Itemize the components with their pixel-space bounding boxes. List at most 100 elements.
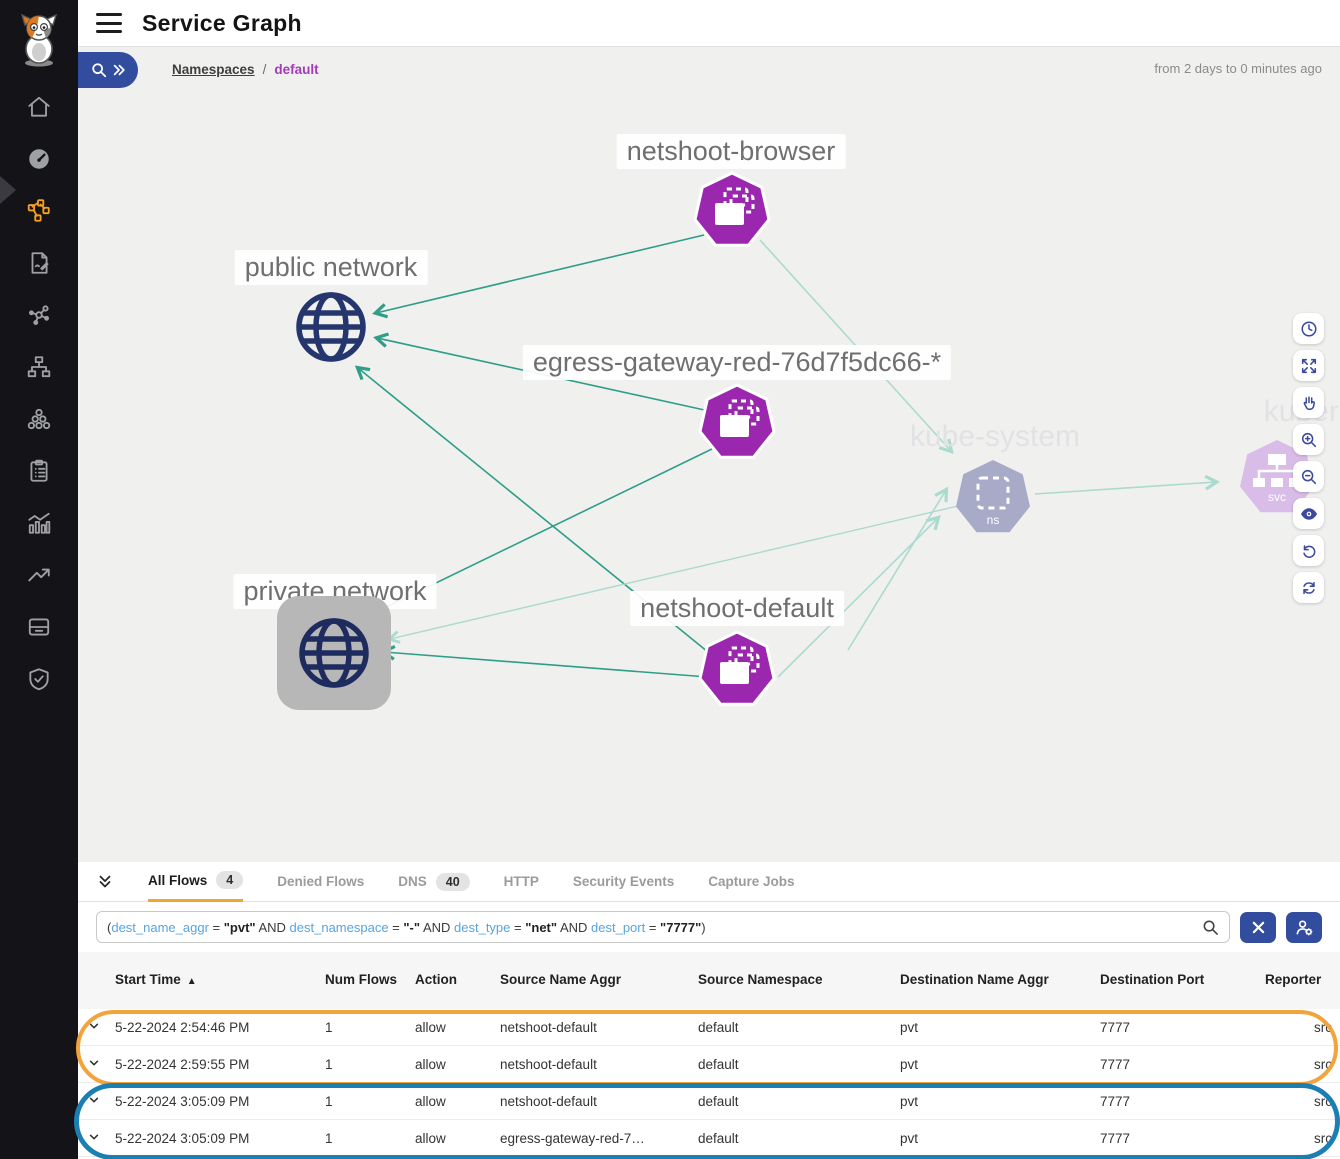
- dashboard-gauge-icon[interactable]: [24, 144, 54, 174]
- col-start-time[interactable]: Start Time▲: [115, 972, 325, 989]
- service-graph-canvas[interactable]: netshoot-browser public network egress-g…: [78, 92, 1340, 862]
- storage-box-icon[interactable]: [24, 612, 54, 642]
- clear-filter-button[interactable]: [1240, 912, 1276, 943]
- cell-num_flows: 1: [325, 1131, 415, 1146]
- breadcrumb: Namespaces / default: [172, 62, 319, 77]
- app-header: Service Graph: [78, 0, 1340, 47]
- node-netshoot-browser[interactable]: [692, 171, 772, 256]
- col-dest-port[interactable]: Destination Port: [1100, 972, 1265, 989]
- table-row[interactable]: 5-22-2024 3:05:09 PM1allowegress-gateway…: [78, 1120, 1340, 1157]
- cell-source_namespace: default: [698, 1057, 900, 1072]
- cell-dest_port: 7777: [1100, 1057, 1265, 1072]
- node-netshoot-default[interactable]: [697, 630, 777, 715]
- cell-action: allow: [415, 1094, 500, 1109]
- page-title: Service Graph: [142, 10, 302, 37]
- col-source-namespace[interactable]: Source Namespace: [698, 972, 900, 989]
- calico-cat-logo[interactable]: [0, 0, 78, 78]
- service-graph-icon[interactable]: [24, 196, 54, 226]
- zoom-out-button[interactable]: [1293, 461, 1324, 492]
- time-clock-button[interactable]: [1293, 313, 1324, 344]
- double-chevron-right-icon: [112, 63, 126, 77]
- cell-source_name_aggr: egress-gateway-red-7…: [500, 1131, 698, 1146]
- row-expand-chevron-icon[interactable]: [88, 1131, 115, 1146]
- search-expand-pill[interactable]: [78, 52, 138, 88]
- breadcrumb-bar: Namespaces / default from 2 days to 0 mi…: [78, 47, 1340, 92]
- metrics-bar-chart-icon[interactable]: [24, 508, 54, 538]
- tab-denied-flows[interactable]: Denied Flows: [277, 862, 364, 902]
- pan-hand-button[interactable]: [1293, 387, 1324, 418]
- tab-label: All Flows: [148, 873, 207, 888]
- user-gear-icon: [1295, 918, 1314, 937]
- row-expand-chevron-icon[interactable]: [88, 1020, 115, 1035]
- sidebar-notch: [0, 176, 16, 204]
- node-private-network[interactable]: [296, 615, 372, 696]
- node-egress-gateway-red[interactable]: [697, 383, 777, 468]
- tab-all-flows[interactable]: All Flows 4: [148, 862, 243, 902]
- tab-http[interactable]: HTTP: [504, 862, 539, 902]
- col-dest-name-aggr[interactable]: Destination Name Aggr: [900, 972, 1100, 989]
- node-public-network[interactable]: [293, 289, 369, 370]
- table-row[interactable]: 5-22-2024 2:59:55 PM1allownetshoot-defau…: [78, 1046, 1340, 1083]
- refresh-button[interactable]: [1293, 572, 1324, 603]
- filter-segment: "pvt": [224, 920, 256, 935]
- fit-screen-button[interactable]: [1293, 350, 1324, 381]
- col-reporter[interactable]: Reporter: [1265, 972, 1340, 989]
- globe-icon: [293, 289, 369, 365]
- filter-segment: "-": [403, 920, 420, 935]
- tab-security-events[interactable]: Security Events: [573, 862, 674, 902]
- filter-segment: dest_namespace: [290, 920, 389, 935]
- tab-label: Security Events: [573, 874, 674, 889]
- home-icon[interactable]: [24, 92, 54, 122]
- svc-label: svc: [1268, 490, 1286, 504]
- cell-start_time: 5-22-2024 2:59:55 PM: [115, 1057, 325, 1072]
- cell-dest_port: 7777: [1100, 1131, 1265, 1146]
- search-icon[interactable]: [1202, 919, 1219, 936]
- security-shield-icon[interactable]: [24, 664, 54, 694]
- cluster-honeycomb-icon[interactable]: [24, 404, 54, 434]
- trend-arrow-icon[interactable]: [24, 560, 54, 590]
- pods-heptagon-icon: [692, 171, 772, 251]
- col-action[interactable]: Action: [415, 972, 500, 989]
- tab-dns[interactable]: DNS 40: [398, 862, 469, 902]
- filter-query: (dest_name_aggr = "pvt" AND dest_namespa…: [107, 920, 1202, 935]
- policies-document-icon[interactable]: [24, 248, 54, 278]
- cell-start_time: 5-22-2024 2:54:46 PM: [115, 1020, 325, 1035]
- visibility-eye-button[interactable]: [1293, 498, 1324, 529]
- cell-reporter: src: [1314, 1057, 1340, 1072]
- user-settings-button[interactable]: [1286, 912, 1322, 943]
- node-label-netshoot-browser[interactable]: netshoot-browser: [617, 134, 846, 169]
- filter-segment: "net": [525, 920, 557, 935]
- node-kube-system[interactable]: ns: [953, 458, 1033, 543]
- row-expand-chevron-icon[interactable]: [88, 1094, 115, 1109]
- compliance-clipboard-icon[interactable]: [24, 456, 54, 486]
- filter-input[interactable]: (dest_name_aggr = "pvt" AND dest_namespa…: [96, 911, 1230, 943]
- breadcrumb-namespaces-link[interactable]: Namespaces: [172, 62, 255, 77]
- col-num-flows[interactable]: Num Flows: [325, 972, 415, 989]
- zoom-in-button[interactable]: [1293, 424, 1324, 455]
- cell-source_name_aggr: netshoot-default: [500, 1020, 698, 1035]
- flows-panel: All Flows 4 Denied Flows DNS 40 HTTP Sec…: [78, 862, 1340, 1159]
- threat-molecule-icon[interactable]: [24, 300, 54, 330]
- node-label-kube-system[interactable]: kube-system: [900, 417, 1090, 456]
- table-row[interactable]: 5-22-2024 2:54:46 PM1allownetshoot-defau…: [78, 1009, 1340, 1046]
- flows-table-header: Start Time▲ Num Flows Action Source Name…: [78, 952, 1340, 1009]
- table-row[interactable]: 5-22-2024 3:05:09 PM1allownetshoot-defau…: [78, 1083, 1340, 1120]
- service-graph-app: Service Graph Namespaces / default from …: [0, 0, 1340, 1159]
- globe-icon: [296, 615, 372, 691]
- node-label-netshoot-default[interactable]: netshoot-default: [630, 591, 844, 626]
- cell-dest_name_aggr: pvt: [900, 1020, 1100, 1035]
- cell-action: allow: [415, 1057, 500, 1072]
- hamburger-menu-icon[interactable]: [96, 13, 122, 33]
- tab-capture-jobs[interactable]: Capture Jobs: [708, 862, 794, 902]
- network-sitemap-icon[interactable]: [24, 352, 54, 382]
- filter-segment: =: [645, 920, 660, 935]
- collapse-panel-icon[interactable]: [96, 873, 114, 891]
- node-label-public-network[interactable]: public network: [235, 250, 428, 285]
- tab-badge: 40: [436, 873, 470, 891]
- undo-button[interactable]: [1293, 535, 1324, 566]
- tab-label: DNS: [398, 874, 427, 889]
- row-expand-chevron-icon[interactable]: [88, 1057, 115, 1072]
- col-source-name-aggr[interactable]: Source Name Aggr: [500, 972, 698, 989]
- node-label-egress-gateway[interactable]: egress-gateway-red-76d7f5dc66-*: [523, 345, 951, 380]
- filter-segment: dest_type: [454, 920, 510, 935]
